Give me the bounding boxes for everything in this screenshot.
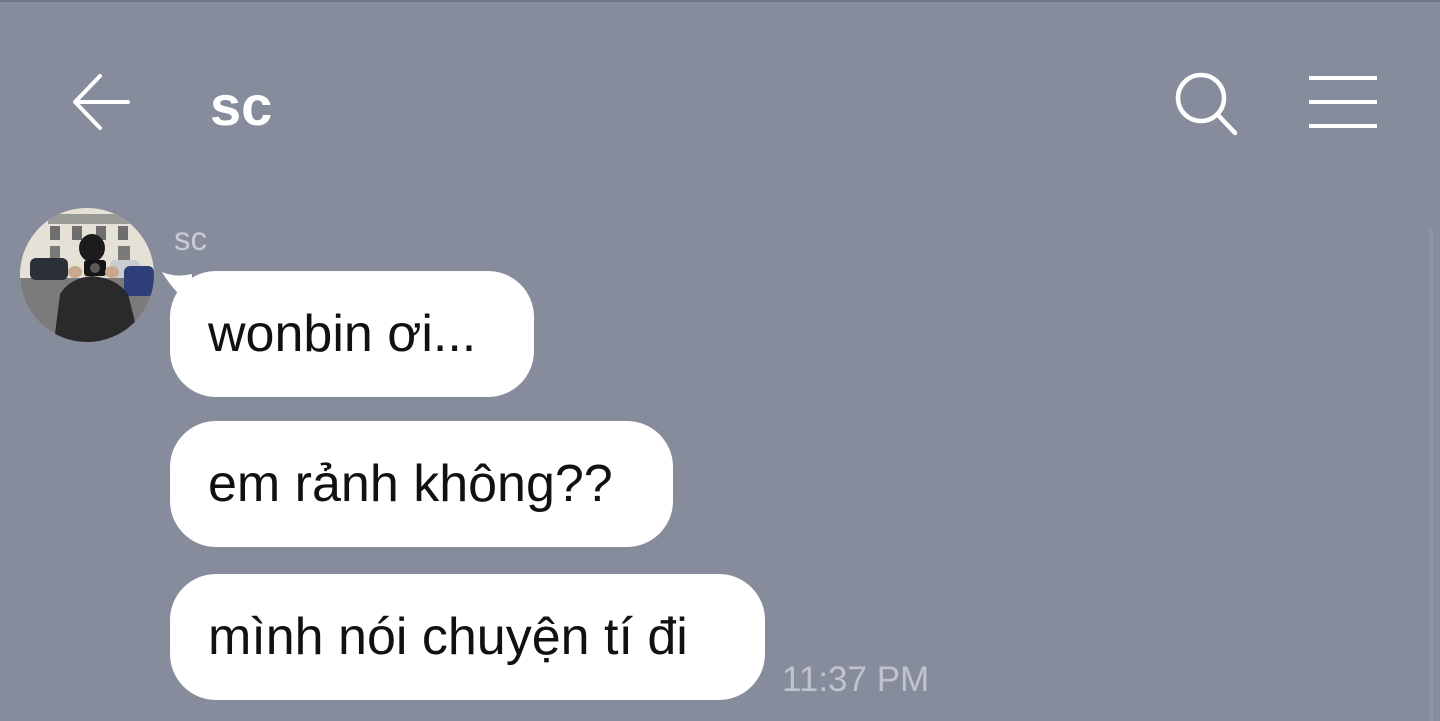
back-button[interactable] [64, 66, 136, 138]
message-timestamp: 11:37 PM [782, 660, 930, 699]
message-bubble[interactable]: mình nói chuyện tí đi [170, 574, 765, 700]
chat-title: sc [210, 74, 273, 137]
avatar[interactable] [20, 208, 154, 342]
menu-button[interactable] [1300, 66, 1386, 138]
profile-photo [20, 208, 154, 342]
sender-name: sc [174, 220, 207, 257]
message-bubble[interactable]: wonbin ơi... [170, 271, 534, 397]
search-icon [1175, 72, 1238, 136]
hamburger-menu-icon [1309, 76, 1377, 128]
scrollbar[interactable] [1429, 228, 1433, 721]
search-button[interactable] [1166, 66, 1246, 142]
chat-header: sc [0, 0, 1440, 200]
message-bubble[interactable]: em rảnh không?? [170, 421, 673, 547]
arrow-left-icon [73, 74, 130, 130]
